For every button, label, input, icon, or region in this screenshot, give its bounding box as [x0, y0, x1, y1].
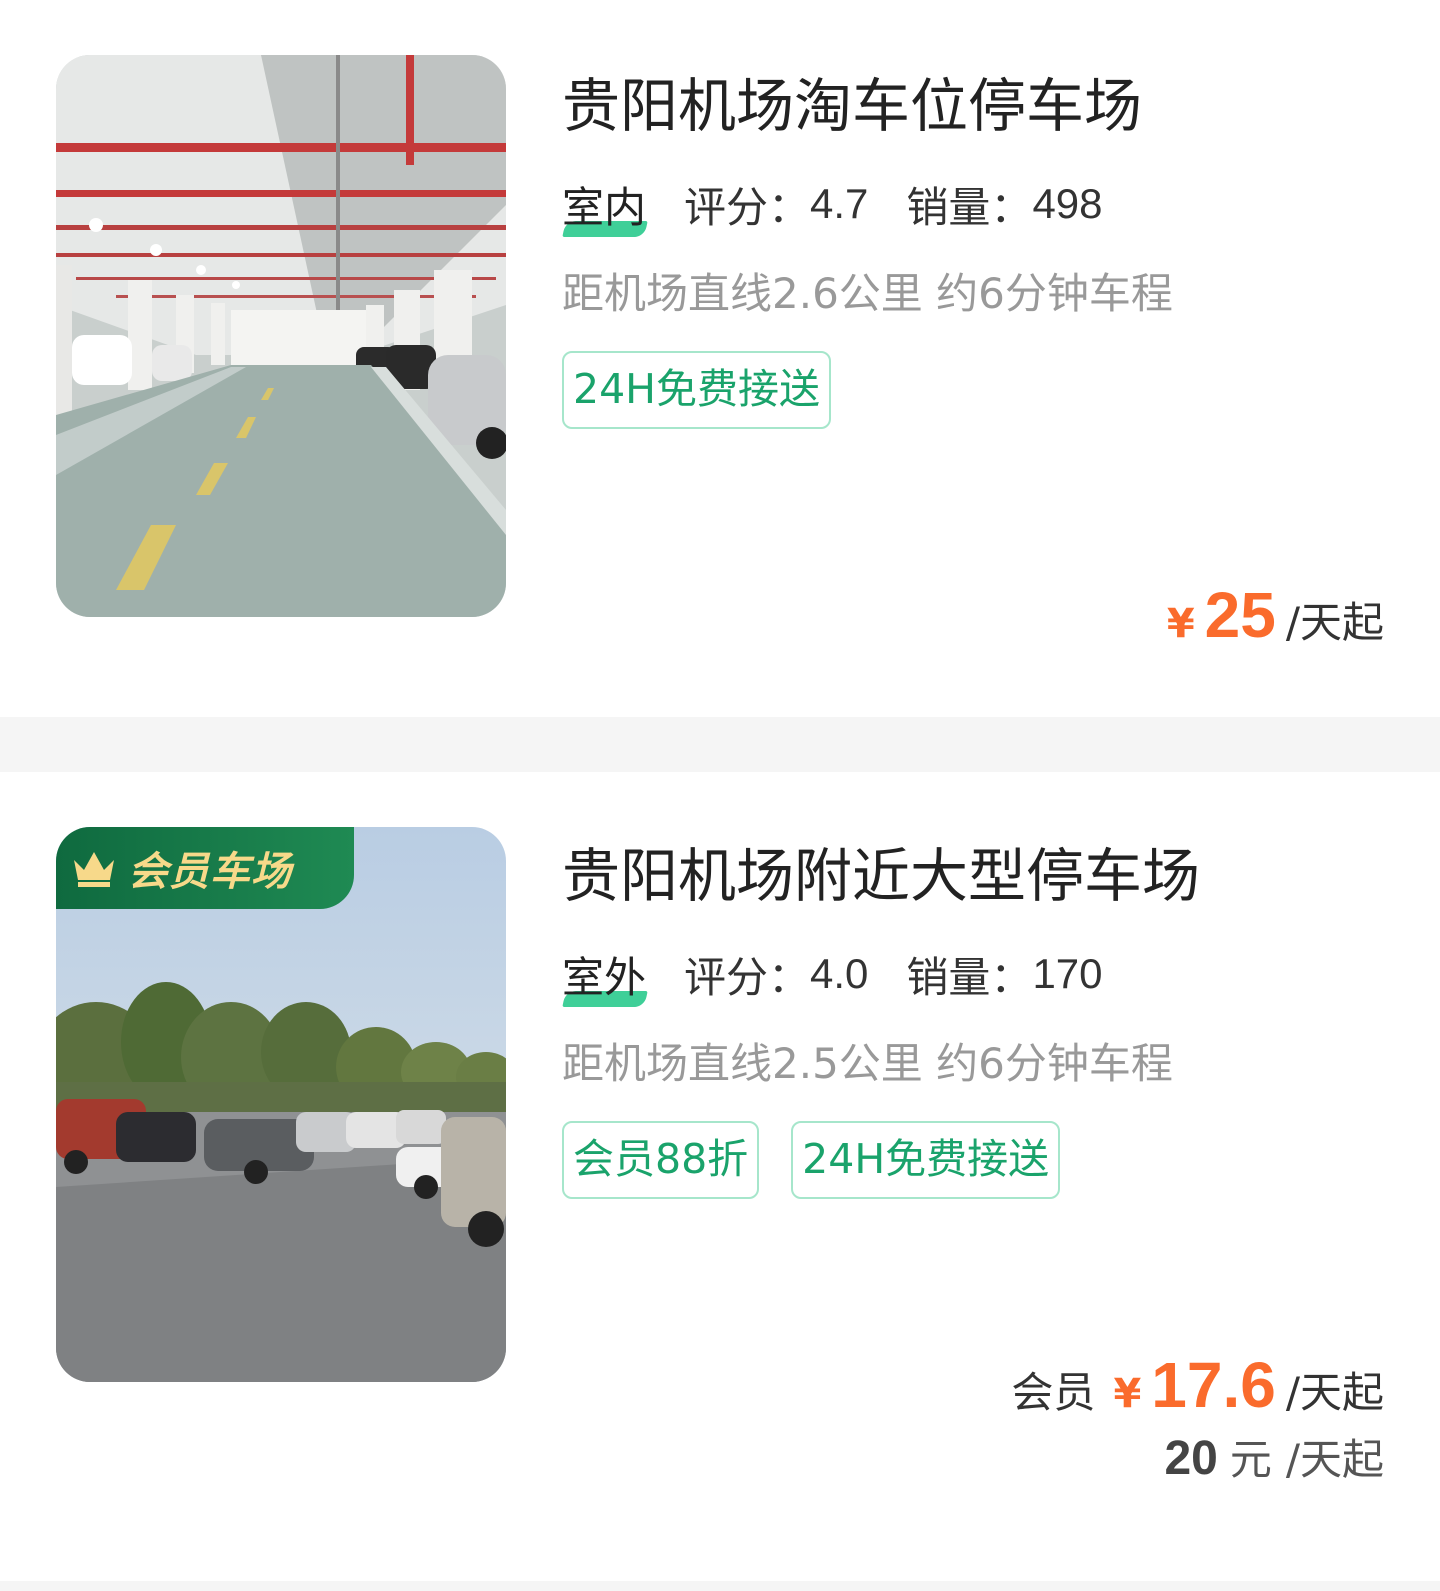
card-divider — [0, 717, 1440, 772]
feature-tags: 会员88折 24H免费接送 — [562, 1121, 1392, 1199]
lot-meta: 室外 评分： 4.0 销量： 170 — [562, 944, 1392, 1004]
member-discount-tag: 会员88折 — [562, 1121, 760, 1199]
member-price-prefix: 会员 — [1011, 1368, 1096, 1417]
member-price: 会员 ¥ 17.6 /天起 — [1011, 1348, 1384, 1422]
original-price-unit: /天起 — [1285, 1435, 1384, 1484]
price: ¥ 25 /天起 — [1167, 578, 1384, 652]
lot-info: 贵阳机场附近大型停车场 室外 评分： 4.0 销量： 170 距机场直线2.5公… — [562, 830, 1392, 1199]
original-price: 20 元 /天起 — [1164, 1426, 1384, 1487]
outdoor-parking-photo: 会员车场 — [56, 827, 506, 1382]
rating-label: 评分： — [684, 182, 811, 232]
rating-label: 评分： — [684, 952, 811, 1002]
price-unit: /天起 — [1285, 598, 1384, 647]
yen-symbol: ¥ — [1113, 1371, 1142, 1417]
card-divider — [0, 1581, 1440, 1591]
lot-title[interactable]: 贵阳机场附近大型停车场 — [562, 830, 1392, 922]
price-amount: 25 — [1204, 579, 1276, 651]
shuttle-tag: 24H免费接送 — [791, 1121, 1061, 1199]
original-price-currency: 元 — [1229, 1435, 1272, 1484]
indoor-parking-photo — [56, 55, 506, 617]
lot-info: 贵阳机场淘车位停车场 室内 评分： 4.7 销量： 498 距机场直线2.6公里… — [562, 60, 1392, 429]
feature-tags: 24H免费接送 — [562, 351, 1392, 429]
price-amount: 17.6 — [1151, 1349, 1276, 1421]
lot-meta: 室内 评分： 4.7 销量： 498 — [562, 174, 1392, 234]
env-tag: 室内 — [562, 174, 646, 235]
member-lot-badge-text: 会员车场 — [128, 849, 292, 895]
lot-title[interactable]: 贵阳机场淘车位停车场 — [562, 60, 1392, 152]
distance-text: 距机场直线2.5公里 约6分钟车程 — [562, 1039, 1173, 1088]
parking-lot-list: 贵阳机场淘车位停车场 室内 评分： 4.7 销量： 498 距机场直线2.6公里… — [0, 0, 1440, 1591]
env-tag: 室外 — [562, 944, 646, 1005]
member-lot-badge: 会员车场 — [56, 827, 354, 909]
rating-value: 4.7 — [810, 180, 869, 227]
crown-icon — [74, 852, 114, 887]
price-unit: /天起 — [1285, 1368, 1384, 1417]
sales-label: 销量： — [906, 182, 1033, 232]
sales-value: 170 — [1032, 950, 1103, 997]
original-price-amount: 20 — [1164, 1432, 1218, 1485]
rating-value: 4.0 — [810, 950, 869, 997]
shuttle-tag: 24H免费接送 — [562, 351, 832, 429]
parking-lot-card[interactable]: 贵阳机场淘车位停车场 室内 评分： 4.7 销量： 498 距机场直线2.6公里… — [0, 0, 1440, 717]
yen-symbol: ¥ — [1166, 601, 1195, 647]
distance-text: 距机场直线2.6公里 约6分钟车程 — [562, 269, 1173, 318]
sales-value: 498 — [1032, 180, 1103, 227]
sales-label: 销量： — [906, 952, 1033, 1002]
